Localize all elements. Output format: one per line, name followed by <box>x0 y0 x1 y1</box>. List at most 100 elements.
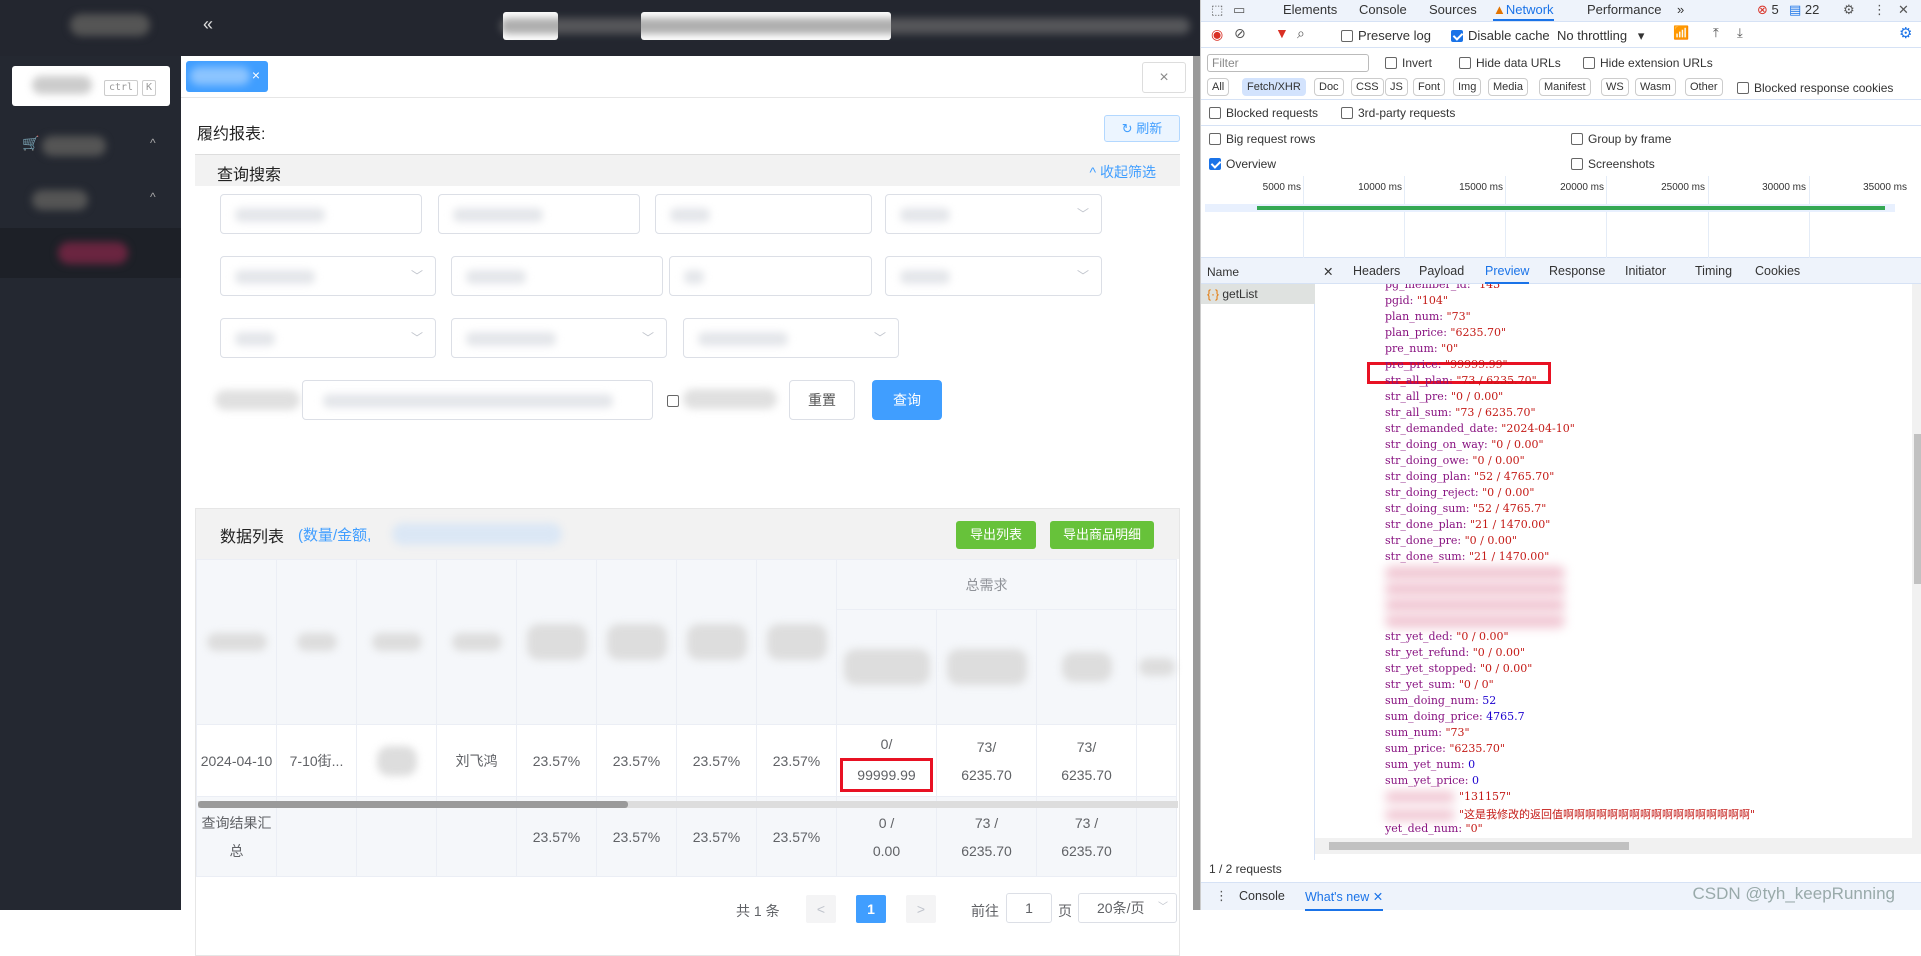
checkbox[interactable] <box>1459 57 1471 69</box>
checkbox[interactable] <box>1583 57 1595 69</box>
close-detail-icon[interactable]: ✕ <box>1323 264 1333 279</box>
more-options-icon[interactable]: ⋮ <box>1873 2 1886 18</box>
scrollbar-thumb[interactable] <box>1329 842 1629 850</box>
checkbox[interactable] <box>1451 30 1463 42</box>
search-icon[interactable]: ⌕ <box>1297 25 1305 42</box>
page-vertical-scrollbar[interactable] <box>1193 56 1200 910</box>
tab-cookies[interactable]: Cookies <box>1755 264 1800 278</box>
filter-select-2[interactable]: ﹀ <box>220 256 436 296</box>
tab-network[interactable]: ▲Network <box>1493 2 1554 21</box>
error-count[interactable]: ⊗ 5 <box>1757 2 1779 18</box>
throttling-select[interactable]: No throttling ▾ <box>1557 28 1644 44</box>
filter-field-4[interactable] <box>451 256 663 296</box>
chip-media[interactable]: Media <box>1488 78 1528 96</box>
sidebar-item-active[interactable] <box>0 228 181 278</box>
invert-toggle[interactable]: Invert <box>1385 56 1432 70</box>
drawer-tab-whats-new[interactable]: What's new ✕ <box>1305 889 1384 911</box>
reset-button[interactable]: 重置 <box>789 380 855 420</box>
chip-img[interactable]: Img <box>1453 78 1482 96</box>
network-settings-icon[interactable]: ⚙ <box>1899 24 1912 42</box>
record-icon[interactable]: ◉ <box>1211 26 1223 43</box>
network-overview-timeline[interactable]: 5000 ms 10000 ms 15000 ms 20000 ms 25000… <box>1201 176 1921 258</box>
chip-wasm[interactable]: Wasm <box>1635 78 1676 96</box>
sidebar-search[interactable]: ctrl K <box>12 66 170 106</box>
checkbox[interactable] <box>1571 133 1583 145</box>
hide-extension-urls-toggle[interactable]: Hide extension URLs <box>1583 56 1713 70</box>
chip-js[interactable]: JS <box>1385 78 1408 96</box>
device-toolbar-icon[interactable]: ▭ <box>1233 2 1245 18</box>
filter-field-1[interactable] <box>220 194 422 234</box>
checkbox[interactable] <box>1341 107 1353 119</box>
filter-select-6[interactable]: ﹀ <box>683 318 899 358</box>
next-page-button[interactable]: > <box>906 895 936 923</box>
filter-field-2[interactable] <box>438 194 640 234</box>
group-by-frame-toggle[interactable]: Group by frame <box>1571 132 1671 146</box>
checkbox[interactable] <box>1209 133 1221 145</box>
scrollbar-thumb[interactable] <box>198 801 628 808</box>
chip-fetch-xhr[interactable]: Fetch/XHR <box>1242 78 1306 96</box>
filter-select-1[interactable]: ﹀ <box>885 194 1102 234</box>
preview-vertical-scrollbar[interactable] <box>1912 284 1921 838</box>
chip-other[interactable]: Other <box>1685 78 1723 96</box>
big-request-rows-toggle[interactable]: Big request rows <box>1209 132 1315 146</box>
filter-field-5[interactable] <box>669 256 872 296</box>
checkbox[interactable] <box>1385 57 1397 69</box>
query-button[interactable]: 查询 <box>872 380 942 420</box>
hide-data-urls-toggle[interactable]: Hide data URLs <box>1459 56 1561 70</box>
preserve-log-toggle[interactable]: Preserve log <box>1341 28 1431 43</box>
option-checkbox[interactable] <box>667 395 679 407</box>
tab-elements[interactable]: Elements <box>1283 2 1337 17</box>
date-range-input[interactable] <box>302 380 653 420</box>
close-devtools-icon[interactable]: ✕ <box>1898 2 1909 18</box>
checkbox[interactable] <box>1341 30 1353 42</box>
tab-timing[interactable]: Timing <box>1695 264 1732 278</box>
drawer-menu-icon[interactable]: ⋮ <box>1215 888 1228 904</box>
chip-css[interactable]: CSS <box>1351 78 1384 96</box>
filter-select-5[interactable]: ﹀ <box>451 318 667 358</box>
collapse-filter-toggle[interactable]: ^ 收起筛选 <box>1090 162 1156 182</box>
export-detail-button[interactable]: 导出商品明细 <box>1050 521 1154 549</box>
collapse-sidebar-icon[interactable]: « <box>203 14 213 35</box>
chip-all[interactable]: All <box>1207 78 1230 96</box>
preview-horizontal-scrollbar[interactable] <box>1315 838 1921 854</box>
sidebar-item-orders[interactable]: 🛒 ^ <box>0 120 181 170</box>
scrollbar-thumb[interactable] <box>1914 434 1921 584</box>
blocked-response-cookies-toggle[interactable]: Blocked response cookies <box>1737 81 1893 95</box>
filter-select-3[interactable]: ﹀ <box>885 256 1102 296</box>
checkbox[interactable] <box>1209 158 1221 170</box>
page-tab-active[interactable]: × <box>186 61 268 92</box>
close-icon[interactable]: × <box>252 67 260 83</box>
chip-doc[interactable]: Doc <box>1314 78 1344 96</box>
prev-page-button[interactable]: < <box>806 895 836 923</box>
settings-icon[interactable]: ⚙ <box>1843 2 1855 18</box>
table-horizontal-scrollbar[interactable] <box>198 801 1178 808</box>
filter-icon[interactable]: ▼ <box>1275 25 1289 41</box>
inspect-element-icon[interactable]: ⬚ <box>1211 2 1223 18</box>
checkbox[interactable] <box>1571 158 1583 170</box>
table-row[interactable]: 2024-04-10 7-10街... 刘飞鸿 23.57% 23.57% 23… <box>196 724 1177 797</box>
name-column-header[interactable]: Name <box>1201 258 1315 284</box>
refresh-button[interactable]: ↻ 刷新 <box>1104 115 1180 142</box>
filter-select-4[interactable]: ﹀ <box>220 318 436 358</box>
tab-preview[interactable]: Preview <box>1485 264 1530 284</box>
tab-performance[interactable]: Performance <box>1587 2 1661 17</box>
chip-manifest[interactable]: Manifest <box>1539 78 1591 96</box>
third-party-toggle[interactable]: 3rd-party requests <box>1341 106 1455 120</box>
goto-page-input[interactable]: 1 <box>1006 893 1052 923</box>
checkbox[interactable] <box>1209 107 1221 119</box>
import-har-icon[interactable]: ⤒ <box>1713 25 1719 41</box>
drawer-tab-console[interactable]: Console <box>1239 889 1285 903</box>
export-har-icon[interactable]: ⤓ <box>1737 25 1743 41</box>
close-all-tabs-button[interactable]: × <box>1142 62 1186 93</box>
export-list-button[interactable]: 导出列表 <box>956 521 1036 549</box>
more-tabs-icon[interactable]: » <box>1677 2 1684 17</box>
tab-console[interactable]: Console <box>1359 2 1407 17</box>
page-size-select[interactable]: 20条/页 ﹀ <box>1078 893 1177 923</box>
filter-input[interactable]: Filter <box>1207 54 1369 72</box>
network-conditions-icon[interactable]: 📶 <box>1673 25 1689 41</box>
screenshots-toggle[interactable]: Screenshots <box>1571 157 1655 171</box>
request-row[interactable]: {·} getList <box>1201 284 1315 304</box>
tab-initiator[interactable]: Initiator <box>1625 264 1666 278</box>
tab-sources[interactable]: Sources <box>1429 2 1477 17</box>
json-preview[interactable]: pg_member_id: "143" pgid: "104" plan_num: … <box>1315 284 1912 838</box>
